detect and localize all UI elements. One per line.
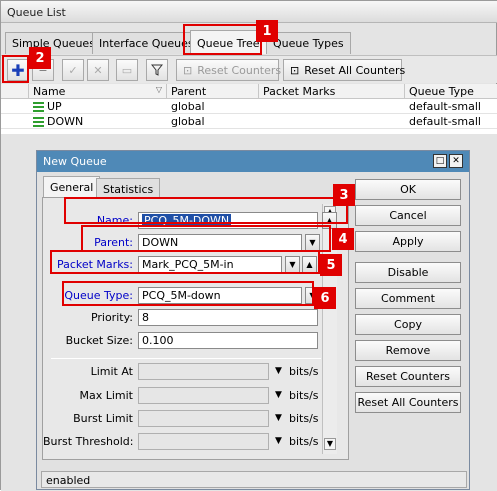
annotation-badge-3: 3 <box>333 184 355 206</box>
bucket-size-label: Bucket Size: <box>65 334 133 347</box>
limit-at-field[interactable] <box>138 363 269 380</box>
column-header-parent[interactable]: Parent <box>167 84 259 99</box>
comment-button[interactable]: Comment <box>355 288 461 309</box>
highlight-box-queue-type <box>62 281 314 306</box>
copy-button[interactable]: Copy <box>355 314 461 335</box>
reset-all-icon: ⊡ <box>290 63 300 77</box>
limit-at-label: Limit At <box>90 365 133 378</box>
reset-all-counters-button[interactable]: Reset All Counters <box>355 392 461 413</box>
window-title: Queue List <box>1 1 497 23</box>
column-flag <box>1 84 29 99</box>
column-header-name[interactable]: Name ▽ <box>29 84 167 99</box>
burst-threshold-label: Burst Threshold: <box>43 435 134 448</box>
tab-simple-queues[interactable]: Simple Queues <box>5 32 102 54</box>
reset-counters-button[interactable]: Reset Counters <box>355 366 461 387</box>
annotation-badge-6: 6 <box>314 287 336 309</box>
highlight-box-packet-marks <box>50 250 320 274</box>
bucket-size-field[interactable]: 0.100 <box>138 332 318 349</box>
max-limit-dropdown-icon[interactable]: ▼ <box>275 390 282 400</box>
tab-queue-types[interactable]: Queue Types <box>266 32 351 54</box>
highlight-box-name <box>64 197 348 224</box>
queue-icon <box>33 102 44 112</box>
divider <box>51 358 321 359</box>
burst-limit-dropdown-icon[interactable]: ▼ <box>275 413 282 423</box>
table-row[interactable]: DOWN global default-small <box>1 114 497 129</box>
burst-threshold-field[interactable] <box>138 433 269 450</box>
burst-limit-label: Burst Limit <box>73 412 133 425</box>
priority-field[interactable]: 8 <box>138 309 318 326</box>
limit-at-dropdown-icon[interactable]: ▼ <box>275 366 282 376</box>
annotation-badge-5: 5 <box>320 254 342 276</box>
disable-icon[interactable]: ✕ <box>87 59 109 81</box>
enable-icon[interactable]: ✓ <box>62 59 84 81</box>
status-bar: enabled <box>41 471 467 488</box>
reset-counters-button[interactable]: ⊡ Reset Counters <box>176 59 281 81</box>
highlight-box-add <box>2 55 29 83</box>
tab-general[interactable]: General <box>43 176 101 198</box>
annotation-badge-4: 4 <box>332 228 354 250</box>
reset-all-counters-button[interactable]: ⊡ Reset All Counters <box>283 59 405 81</box>
toolbar: ✚ − ✓ ✕ ▭ ⊡ Reset Counters ⊡ Reset All Cou… <box>1 55 497 83</box>
reset-icon: ⊡ <box>183 63 193 77</box>
max-limit-label: Max Limit <box>79 389 133 402</box>
queue-icon <box>33 117 44 127</box>
column-header-packet-marks[interactable]: Packet Marks <box>259 84 405 99</box>
ok-button[interactable]: OK <box>355 179 461 200</box>
max-limit-field[interactable] <box>138 387 269 404</box>
queue-tree-table: Name ▽ Parent Packet Marks Queue Type UP … <box>1 84 497 134</box>
priority-label: Priority: <box>90 311 133 324</box>
annotation-badge-1: 1 <box>256 20 278 42</box>
comment-icon[interactable]: ▭ <box>116 59 138 81</box>
column-header-queue-type[interactable]: Queue Type <box>405 84 497 99</box>
highlight-box-parent <box>81 225 331 252</box>
disable-button[interactable]: Disable <box>355 262 461 283</box>
burst-threshold-dropdown-icon[interactable]: ▼ <box>275 436 282 446</box>
highlight-box-queue-tree <box>183 24 262 55</box>
burst-limit-field[interactable] <box>138 410 269 427</box>
filter-icon[interactable] <box>146 59 168 81</box>
cancel-button[interactable]: Cancel <box>355 205 461 226</box>
annotation-badge-2: 2 <box>29 47 51 69</box>
remove-button[interactable]: Remove <box>355 340 461 361</box>
maximize-icon[interactable]: □ <box>433 154 447 168</box>
close-icon[interactable]: ✕ <box>449 154 463 168</box>
apply-button[interactable]: Apply <box>355 231 461 252</box>
tab-statistics[interactable]: Statistics <box>96 178 161 198</box>
table-row[interactable]: UP global default-small <box>1 99 497 114</box>
scroll-down-icon[interactable]: ▼ <box>324 438 336 450</box>
dialog-title: New Queue <box>37 151 469 172</box>
